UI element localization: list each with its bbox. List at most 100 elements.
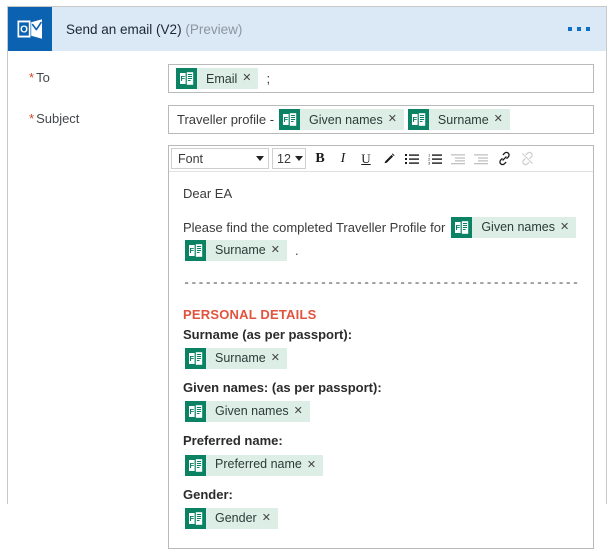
- field-row-to: * To F Email ✕ ;: [8, 64, 606, 93]
- token-preferred-name[interactable]: F Preferred name ✕: [185, 454, 324, 476]
- forms-icon: F: [185, 240, 206, 262]
- to-separator: ;: [266, 71, 271, 86]
- svg-text:3: 3: [428, 160, 431, 164]
- entry-gender: Gender: F Gender ✕: [183, 485, 579, 535]
- token-remove-icon[interactable]: ✕: [494, 114, 510, 125]
- forms-icon: F: [176, 68, 197, 89]
- outlook-icon: O: [8, 7, 52, 51]
- token-label: Surname: [437, 112, 489, 127]
- to-input[interactable]: F Email ✕ ;: [168, 64, 594, 93]
- intro-paragraph: Please find the completed Traveller Prof…: [183, 216, 579, 262]
- svg-text:O: O: [20, 24, 28, 35]
- insert-link-icon[interactable]: [493, 148, 515, 169]
- remove-link-icon[interactable]: [516, 148, 538, 169]
- svg-text:F: F: [190, 514, 195, 523]
- chevron-down-icon: [256, 156, 264, 161]
- forms-icon: F: [185, 507, 206, 529]
- entry-token-row: F Surname ✕: [183, 347, 579, 375]
- token-label: Preferred name: [215, 457, 302, 472]
- entry-token-row: F Preferred name ✕: [183, 454, 579, 482]
- token-remove-icon[interactable]: ✕: [262, 512, 278, 524]
- svg-text:F: F: [190, 246, 195, 255]
- rich-text-editor[interactable]: Font 12 B I U 1 2 3 Dear EA Please find …: [168, 145, 595, 549]
- svg-text:F: F: [190, 354, 195, 363]
- bold-icon[interactable]: B: [309, 148, 331, 169]
- underline-icon[interactable]: U: [355, 148, 377, 169]
- intro-prefix-text: Please find the completed Traveller Prof…: [183, 219, 446, 235]
- token-surname[interactable]: F Surname ✕: [185, 348, 287, 370]
- token-given-names[interactable]: F Given names ✕: [451, 217, 577, 239]
- token-remove-icon[interactable]: ✕: [271, 353, 287, 364]
- forms-icon: F: [451, 217, 473, 239]
- entry-label: Gender:: [183, 486, 233, 502]
- token-remove-icon[interactable]: ✕: [242, 73, 258, 84]
- action-title-text: Send an email (V2): [66, 21, 182, 37]
- numbered-list-icon[interactable]: 1 2 3: [424, 148, 446, 169]
- action-body: * To F Email ✕ ; * Subject Traveller pro…: [8, 64, 606, 549]
- to-label-text: To: [36, 70, 50, 85]
- token-given-names[interactable]: F Given names ✕: [185, 401, 310, 423]
- entry-preferred-name: Preferred name: F Preferred name ✕: [183, 431, 579, 481]
- more-options-icon[interactable]: [568, 27, 590, 31]
- svg-text:F: F: [284, 115, 289, 124]
- token-label: Gender: [215, 510, 257, 525]
- bulleted-list-icon[interactable]: [401, 148, 423, 169]
- field-row-subject: * Subject Traveller profile - F Given na…: [8, 105, 606, 134]
- font-size-value: 12: [277, 151, 291, 166]
- svg-text:F: F: [456, 223, 461, 232]
- to-label: * To: [8, 64, 168, 85]
- chevron-down-icon: [294, 156, 303, 161]
- token-surname[interactable]: F Surname ✕: [407, 109, 510, 130]
- intro-suffix-text: .: [294, 242, 299, 258]
- token-remove-icon[interactable]: ✕: [388, 114, 404, 125]
- forms-icon: F: [185, 401, 206, 423]
- token-email[interactable]: F Email ✕: [176, 68, 259, 89]
- entry-label: Surname (as per passport):: [183, 326, 353, 342]
- field-row-body: Font 12 B I U 1 2 3 Dear EA Please find …: [8, 145, 606, 549]
- action-card: O Send an email (V2) (Preview) * To F Em…: [7, 6, 607, 549]
- italic-icon[interactable]: I: [332, 148, 354, 169]
- forms-icon: F: [185, 348, 206, 370]
- svg-text:F: F: [190, 461, 195, 470]
- entry-token-row: F Given names ✕: [183, 400, 579, 428]
- action-title: Send an email (V2) (Preview): [66, 22, 242, 37]
- increase-indent-icon[interactable]: [470, 148, 492, 169]
- decrease-indent-icon[interactable]: [447, 148, 469, 169]
- entry-label: Given names: (as per passport):: [183, 380, 382, 396]
- required-mark: *: [29, 111, 35, 126]
- subject-label-text: Subject: [36, 111, 80, 126]
- token-gender[interactable]: F Gender ✕: [185, 507, 278, 529]
- entry-given-names: Given names: (as per passport): F Given …: [183, 378, 579, 428]
- greeting-line: Dear EA: [183, 186, 233, 201]
- token-remove-icon[interactable]: ✕: [307, 459, 323, 471]
- entry-label: Preferred name:: [183, 433, 283, 449]
- text-color-icon[interactable]: [378, 148, 400, 169]
- required-mark: *: [29, 70, 35, 85]
- token-label: Email: [206, 71, 238, 86]
- token-label: Given names: [309, 112, 383, 127]
- token-remove-icon[interactable]: ✕: [271, 245, 287, 256]
- forms-icon: F: [407, 109, 429, 130]
- svg-text:F: F: [412, 115, 417, 124]
- subject-prefix-text: Traveller profile -: [177, 112, 275, 127]
- font-family-select[interactable]: Font: [171, 148, 269, 169]
- email-body-content[interactable]: Dear EA Please find the completed Travel…: [169, 172, 593, 548]
- entry-surname: Surname (as per passport): F Surname ✕: [183, 325, 579, 375]
- editor-toolbar: Font 12 B I U 1 2 3: [169, 146, 594, 172]
- token-label: Surname: [215, 242, 266, 257]
- token-surname[interactable]: F Surname ✕: [185, 240, 287, 262]
- font-size-select[interactable]: 12: [272, 148, 306, 169]
- token-remove-icon[interactable]: ✕: [560, 222, 576, 233]
- action-header[interactable]: O Send an email (V2) (Preview): [8, 7, 606, 51]
- svg-text:F: F: [190, 407, 195, 416]
- body-label: [8, 145, 168, 151]
- token-given-names[interactable]: F Given names ✕: [279, 109, 404, 130]
- subject-input[interactable]: Traveller profile - F Given names ✕ F Su…: [168, 105, 594, 134]
- divider-line: ----------------------------------------…: [183, 276, 580, 291]
- entry-token-row: F Gender ✕: [183, 507, 579, 535]
- subject-label: * Subject: [8, 105, 168, 126]
- token-label: Given names: [481, 219, 555, 234]
- token-label: Surname: [215, 350, 266, 365]
- token-remove-icon[interactable]: ✕: [294, 406, 310, 417]
